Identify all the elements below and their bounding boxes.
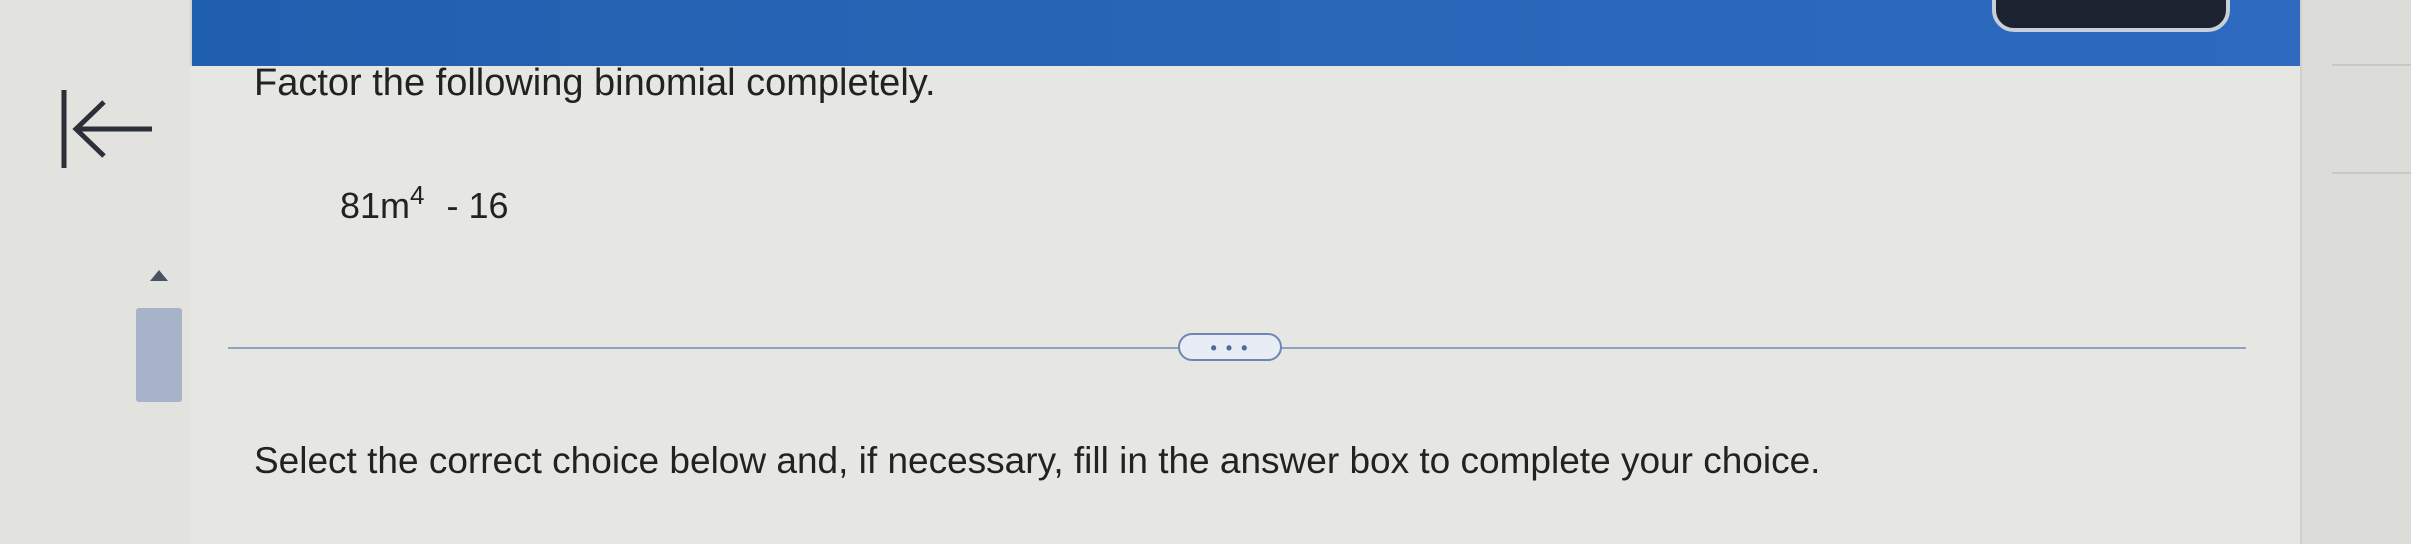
answer-prompt: Select the correct choice below and, if … xyxy=(254,440,1821,481)
back-to-start-button[interactable] xyxy=(58,88,154,170)
math-expression: 81m4 - 16 xyxy=(340,180,509,227)
scrollbar[interactable] xyxy=(136,256,182,406)
panel-divider xyxy=(2332,172,2411,174)
expression-base: 81m xyxy=(340,185,411,226)
expression-exponent: 4 xyxy=(410,180,425,210)
panel-divider xyxy=(2332,64,2411,66)
header-action-button[interactable] xyxy=(1992,0,2230,32)
scrollbar-thumb[interactable] xyxy=(136,308,182,402)
scroll-up-arrow-icon[interactable] xyxy=(150,270,168,281)
right-side-panel xyxy=(2300,0,2411,544)
expand-more-button[interactable]: • • • xyxy=(1178,333,1282,361)
left-navigation-rail xyxy=(0,0,192,544)
back-to-start-icon xyxy=(61,90,152,168)
expression-operator: - xyxy=(446,185,459,226)
top-header-bar xyxy=(0,0,2300,66)
question-instruction: Factor the following binomial completely… xyxy=(254,62,936,104)
expression-constant: 16 xyxy=(468,185,509,226)
